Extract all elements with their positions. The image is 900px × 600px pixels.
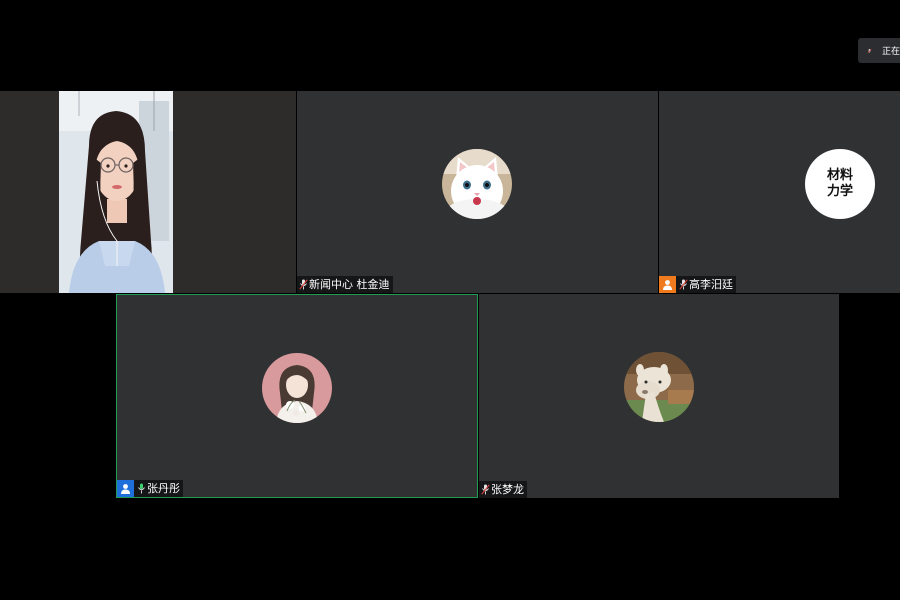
cat-avatar-image <box>442 149 512 219</box>
illustration-avatar <box>262 353 332 423</box>
speaking-indicator[interactable]: 正在讲话 <box>858 38 900 63</box>
mic-muted-icon <box>481 484 490 495</box>
participant-name-tag: 新闻中心 杜金迪 <box>297 276 393 293</box>
video-tile-du[interactable]: 新闻中心 杜金迪 <box>297 91 658 293</box>
self-camera-video <box>59 91 173 293</box>
alpaca-avatar <box>624 352 694 422</box>
text-avatar: 材料 力学 <box>805 149 875 219</box>
self-badge-icon <box>117 480 134 497</box>
participant-name-tag: 张丹彤 <box>117 480 183 497</box>
participant-name: 高李汨廷 <box>689 278 733 291</box>
participant-name: 张丹彤 <box>147 482 180 495</box>
video-tile-zhangml[interactable]: 张梦龙 <box>479 294 839 498</box>
video-tile-gao[interactable]: 材料 力学 高李汨廷 <box>659 91 900 293</box>
participant-name: 张梦龙 <box>491 483 524 496</box>
speaking-indicator-text: 正在讲话 <box>881 47 900 57</box>
participant-name-tag: 张梦龙 <box>479 481 527 498</box>
mic-muted-icon <box>679 279 688 290</box>
meeting-stage: 正在讲话 <box>0 0 900 600</box>
alpaca-avatar-image <box>624 352 694 422</box>
mic-muted-icon <box>867 48 872 53</box>
participant-name: 新闻中心 杜金迪 <box>309 278 390 291</box>
participant-name-tag: 高李汨廷 <box>659 276 736 293</box>
illustration-avatar-image <box>262 353 332 423</box>
video-tile-zhangdt[interactable]: 张丹彤 <box>116 294 478 498</box>
video-tile-self[interactable] <box>0 91 296 293</box>
cat-avatar <box>442 149 512 219</box>
mic-active-icon <box>138 483 145 494</box>
host-badge-icon <box>659 276 676 293</box>
mic-muted-icon <box>299 279 308 290</box>
camera-feed-image <box>59 91 173 293</box>
